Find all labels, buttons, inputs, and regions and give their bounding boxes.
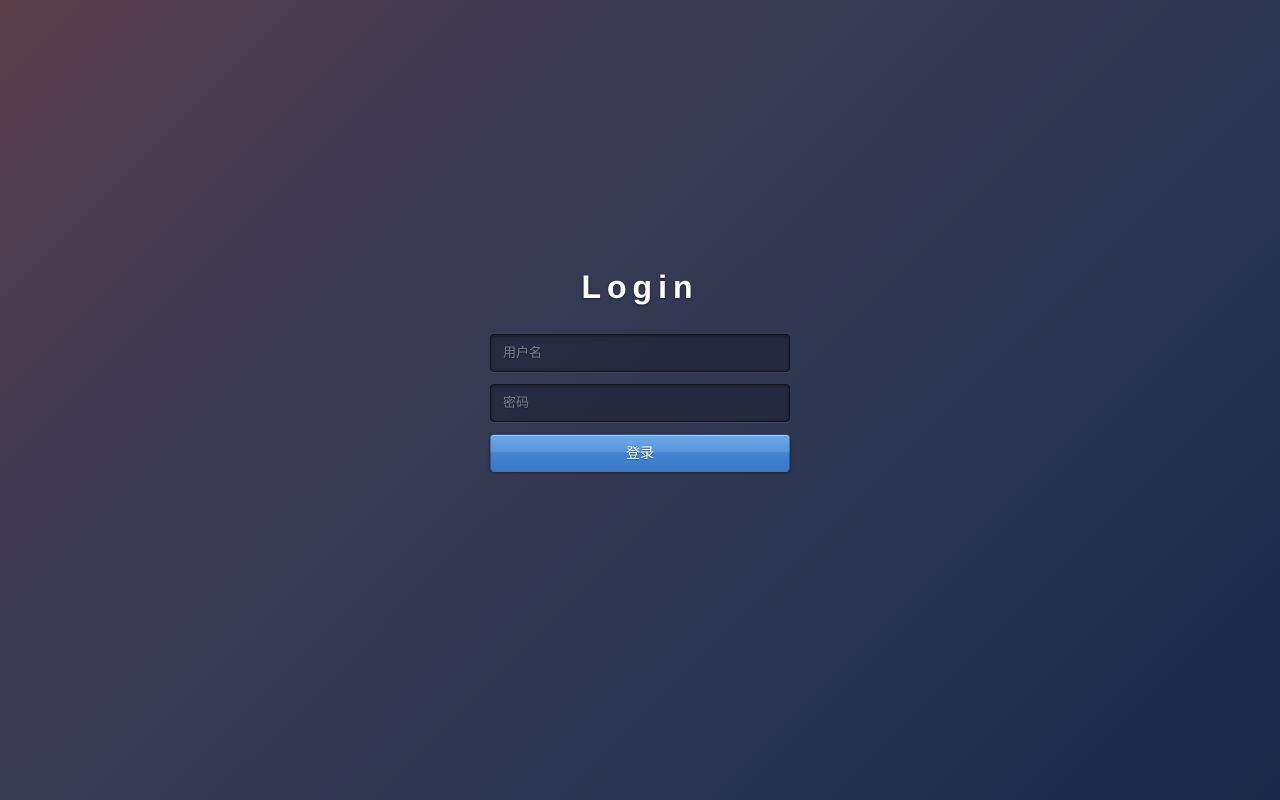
login-title: Login: [581, 269, 698, 306]
password-input[interactable]: [490, 384, 790, 422]
login-form: Login 登录: [490, 269, 790, 472]
username-input[interactable]: [490, 334, 790, 372]
login-button[interactable]: 登录: [490, 434, 790, 472]
